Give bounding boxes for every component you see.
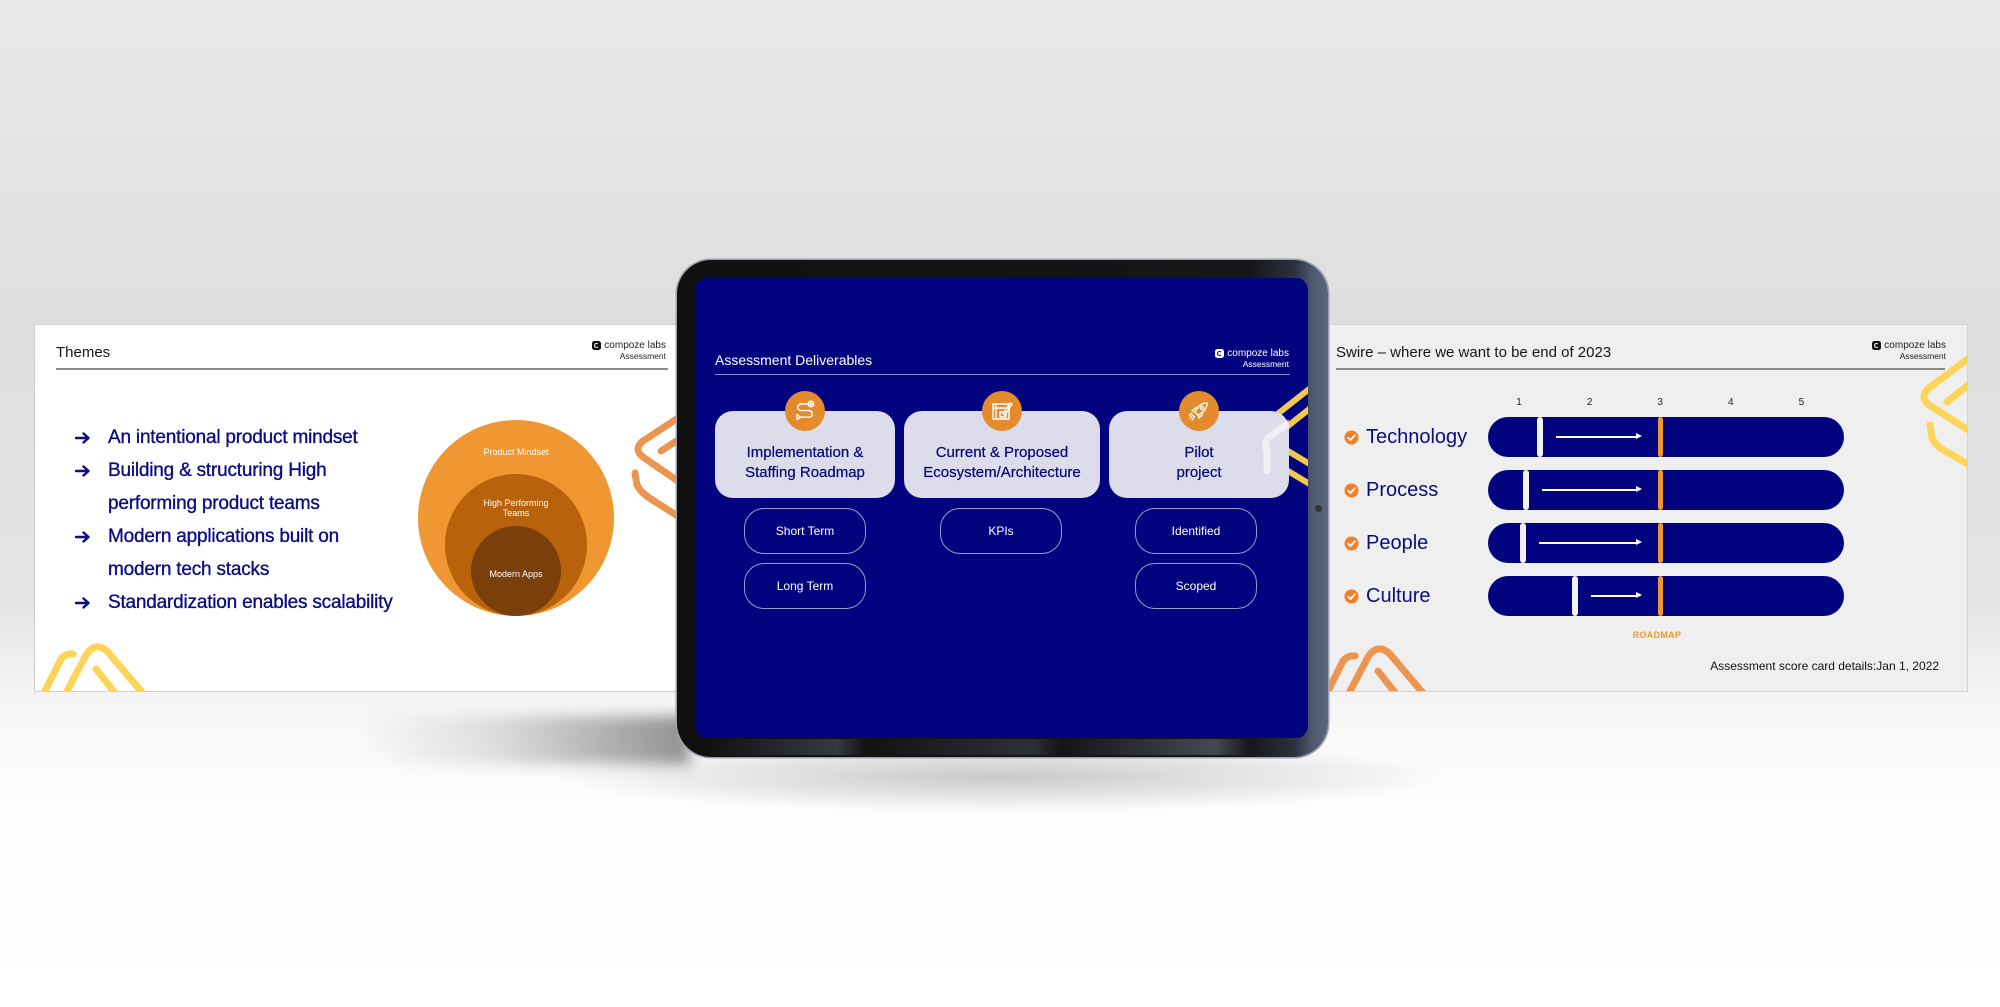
brand-mark-overlay-icon: [1261, 419, 1289, 475]
tablet-side-button: [1315, 505, 1322, 512]
deliverable-tag: Short Term: [744, 508, 866, 554]
row-label: People: [1366, 531, 1429, 554]
row-label-group: Process: [1344, 470, 1438, 510]
tablet-bezel-reflection: [707, 739, 1298, 755]
brand-name: compoze labs: [1227, 348, 1289, 359]
current-score-marker: [1519, 523, 1526, 563]
progress-arrow: [1591, 592, 1642, 598]
card-title-line: Staffing Roadmap: [745, 464, 865, 481]
deliverable-card: Pilot project: [1109, 391, 1289, 498]
row-label: Culture: [1366, 584, 1431, 607]
scorecard-footnote: Assessment score card details:Jan 1, 202…: [1710, 659, 1939, 673]
target-score-marker: [1657, 470, 1663, 510]
check-circle-icon: [1344, 589, 1359, 603]
roadmap-icon: [785, 391, 825, 431]
themes-slide: Themes compoze labs Assessment An intent…: [34, 324, 694, 692]
rocket-icon: [1179, 391, 1219, 431]
slide-title: Assessment Deliverables: [715, 352, 873, 368]
check-circle-icon: [1344, 483, 1359, 497]
circle-label-inner: Modern Apps: [489, 569, 543, 579]
card-title-line: Implementation &: [746, 444, 864, 461]
brand-subtitle: Assessment: [1242, 359, 1289, 369]
brand-logo: compoze labs Assessment: [1215, 348, 1289, 370]
progress-arrow: [1538, 539, 1642, 545]
target-score-marker: [1657, 523, 1663, 563]
brand-mark-decoration-icon: [41, 643, 146, 691]
tablet-screen: Assessment Deliverables compoze labs Ass…: [695, 278, 1308, 738]
scale-tick-label: 3: [1657, 397, 1663, 408]
deliverable-tag: Identified: [1135, 508, 1257, 554]
scale-tick-label: 4: [1728, 397, 1734, 408]
current-score-marker: [1572, 576, 1579, 616]
brand-mark-decoration-icon: [1329, 645, 1426, 691]
card-title-line: Current & Proposed: [935, 444, 1069, 461]
row-label: Technology: [1366, 425, 1468, 448]
current-score-marker: [1523, 470, 1530, 510]
score-bar: [1488, 470, 1844, 510]
deliverable-tag: Scoped: [1135, 563, 1257, 609]
scale-tick-label: 2: [1586, 397, 1593, 408]
deliverable-tag: Long Term: [744, 563, 866, 609]
scorecard-slide: Swire – where we want to be end of 2023 …: [1328, 324, 1968, 692]
row-label-group: People: [1344, 523, 1428, 563]
score-bar: [1488, 523, 1844, 563]
title-divider: [715, 374, 1290, 375]
row-label: Process: [1366, 478, 1439, 501]
target-score-marker: [1657, 417, 1663, 457]
row-label-group: Technology: [1344, 417, 1467, 457]
tablet-device: Assessment Deliverables compoze labs Ass…: [677, 260, 1328, 757]
nested-circles-diagram: [41, 404, 693, 691]
score-bar: [1488, 576, 1844, 616]
row-label-group: Culture: [1344, 576, 1430, 616]
circle-label-middle: High Performing: [483, 498, 549, 508]
blueprint-icon: [982, 391, 1022, 431]
circle-label-middle-continued: Teams: [502, 508, 530, 518]
deliverable-tag: KPIs: [940, 508, 1062, 554]
roadmap-caption: ROADMAP: [1632, 630, 1682, 640]
score-bar: [1488, 417, 1844, 457]
progress-arrow: [1542, 486, 1643, 492]
deliverable-card: Implementation & Staffing Roadmap: [715, 391, 895, 498]
card-title-line: Ecosystem/Architecture: [923, 464, 1081, 481]
scale-tick-label: 1: [1516, 397, 1522, 408]
progress-arrow: [1556, 433, 1643, 439]
current-score-marker: [1537, 417, 1544, 457]
deliverable-card: Current & Proposed Ecosystem/Architectur…: [904, 391, 1100, 498]
circle-label-outer: Product Mindset: [483, 447, 549, 457]
check-circle-icon: [1344, 536, 1359, 550]
compoze-logo-icon: [1215, 349, 1225, 358]
scale-tick-label: 5: [1798, 397, 1805, 408]
check-circle-icon: [1344, 430, 1359, 444]
chevron-decoration-icon: [1920, 355, 1967, 468]
target-score-marker: [1657, 576, 1663, 616]
